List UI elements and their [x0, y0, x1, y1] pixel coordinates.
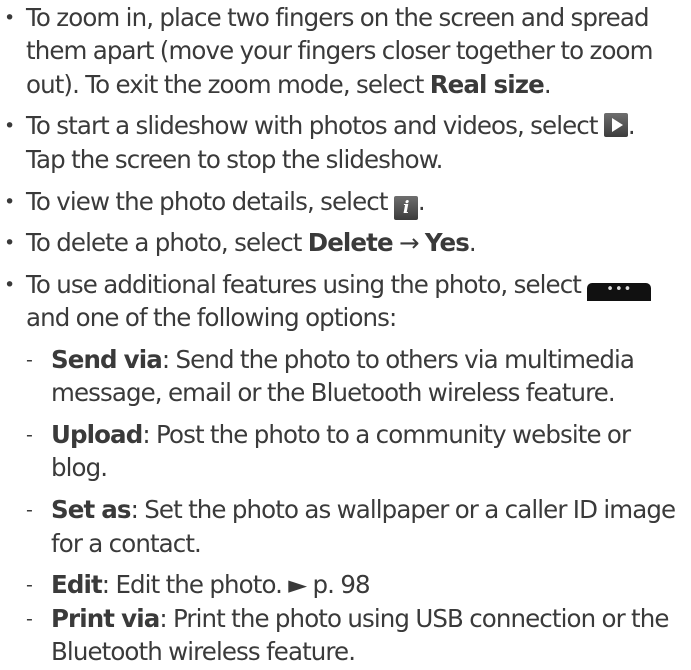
option-label: Set as: [51, 495, 132, 525]
zoom-line-2: them apart (move your fingers closer tog…: [26, 36, 654, 66]
more-options-icon: •••: [587, 282, 652, 301]
option-desc: : Set the photo as wallpaper or a caller…: [130, 495, 676, 525]
option-print-via-line-2: Bluetooth wireless feature.: [51, 637, 356, 666]
option-desc: : Print the photo using USB connection o…: [159, 603, 669, 633]
additional-line-2: and one of the following options:: [26, 303, 397, 333]
details-line: To view the photo details, select i.: [26, 184, 426, 220]
additional-text: To use additional features using the pho…: [26, 269, 588, 299]
delete-text: To delete a photo, select: [26, 228, 308, 258]
bullet: •: [4, 115, 15, 138]
option-label: Send via: [51, 345, 163, 375]
slideshow-period: .: [627, 111, 636, 141]
real-size-label: Real size: [429, 69, 545, 99]
play-icon: [603, 113, 628, 138]
option-send-via-line-2: message, email or the Bluetooth wireless…: [51, 378, 616, 408]
dash-bullet: -: [26, 424, 33, 447]
details-period: .: [417, 186, 426, 216]
info-icon: i: [393, 195, 418, 220]
dash-bullet: -: [26, 574, 33, 597]
option-desc: : Send the photo to others via multimedi…: [161, 345, 635, 375]
delete-label: Delete: [307, 228, 394, 258]
option-label: Edit: [51, 570, 103, 600]
option-upload-line-2: blog.: [51, 453, 108, 483]
option-desc: : Edit the photo. ► p. 98: [101, 570, 371, 600]
option-label: Upload: [51, 420, 143, 450]
zoom-line-1: To zoom in, place two fingers on the scr…: [26, 3, 650, 32]
delete-line: To delete a photo, select Delete → Yes.: [26, 225, 477, 261]
slideshow-line-1: To start a slideshow with photos and vid…: [26, 108, 636, 144]
bullet: •: [4, 273, 15, 296]
bullet: •: [4, 190, 15, 213]
delete-period: .: [468, 228, 477, 258]
option-label: Print via: [51, 603, 160, 633]
bullet: •: [4, 7, 15, 29]
option-set-as-line-2: for a contact.: [51, 528, 202, 558]
arrow-right-icon: →: [392, 228, 425, 258]
option-send-via-line-1: Send via: Send the photo to others via m…: [51, 342, 635, 378]
yes-label: Yes: [424, 228, 470, 258]
zoom-period: .: [543, 69, 552, 99]
option-desc: : Post the photo to a community website …: [142, 420, 631, 450]
manual-page: • To zoom in, place two fingers on the s…: [0, 0, 691, 666]
zoom-text: out). To exit the zoom mode, select: [26, 69, 430, 99]
option-upload-line-1: Upload: Post the photo to a community we…: [51, 417, 631, 453]
additional-line-1: To use additional features using the pho…: [26, 267, 652, 303]
slideshow-text: To start a slideshow with photos and vid…: [26, 111, 604, 141]
dash-bullet: -: [26, 349, 33, 372]
bullet: •: [4, 232, 15, 255]
dash-bullet: -: [26, 607, 33, 630]
option-print-via-line-1: Print via: Print the photo using USB con…: [51, 601, 669, 637]
option-set-as-line-1: Set as: Set the photo as wallpaper or a …: [51, 492, 676, 528]
zoom-line-3: out). To exit the zoom mode, select Real…: [26, 67, 552, 103]
details-text: To view the photo details, select: [26, 186, 394, 216]
dash-bullet: -: [26, 499, 33, 522]
option-edit-line: Edit: Edit the photo. ► p. 98: [51, 567, 371, 603]
slideshow-line-2: Tap the screen to stop the slideshow.: [26, 144, 443, 174]
